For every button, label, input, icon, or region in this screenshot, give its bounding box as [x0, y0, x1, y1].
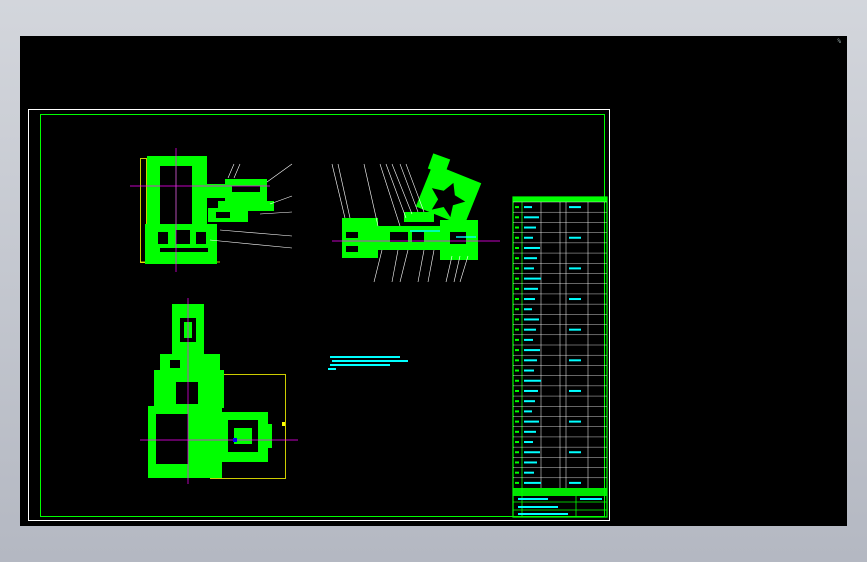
bom-row-number	[515, 441, 519, 444]
bom-row-number	[515, 410, 519, 413]
bom-row-number	[515, 318, 519, 321]
bom-row-number	[515, 359, 519, 362]
bom-row-number	[515, 430, 519, 433]
bom-row-name	[524, 267, 534, 270]
technical-notes	[328, 356, 408, 370]
bom-row-number	[515, 338, 519, 341]
bom-row-number	[515, 451, 519, 454]
bom-row-material	[569, 389, 581, 392]
bom-row-name	[524, 359, 537, 362]
bom-row-name	[524, 298, 535, 301]
title-block	[512, 196, 608, 518]
bom-row-name	[524, 246, 540, 249]
bom-row-name	[524, 349, 540, 352]
bom-row-number	[515, 246, 519, 249]
bom-row-number	[515, 257, 519, 260]
bom-row-number	[515, 389, 519, 392]
bom-row-number	[515, 236, 519, 239]
top-view	[140, 298, 298, 484]
bom-row-number	[515, 379, 519, 382]
bom-row-number	[515, 277, 519, 280]
bom-row-name	[524, 308, 532, 311]
bom-row-number	[515, 471, 519, 474]
bom-row-name	[524, 379, 541, 382]
bom-row-name	[524, 389, 538, 392]
bom-row-name	[524, 206, 532, 209]
bom-row-number	[515, 308, 519, 311]
bom-row-number	[515, 298, 519, 301]
bom-row-name	[524, 461, 537, 464]
bom-row-material	[569, 236, 581, 239]
bom-row-number	[515, 400, 519, 403]
bom-row-name	[524, 420, 539, 423]
bom-row-name	[524, 277, 541, 280]
bom-row-material	[569, 298, 581, 301]
inner-frame	[40, 114, 605, 517]
bom-row-name	[524, 328, 536, 331]
bom-row-name	[524, 430, 536, 433]
side-view	[331, 153, 500, 283]
bom-row-name	[524, 257, 537, 260]
bom-row-number	[515, 461, 519, 464]
bom-row-name	[524, 441, 533, 444]
bom-row-material	[569, 328, 581, 331]
bom-row-name	[524, 287, 538, 290]
bom-row-name	[524, 471, 534, 474]
bom-row-material	[569, 267, 581, 270]
bom-row-number	[515, 369, 519, 372]
cad-viewport[interactable]: %	[20, 36, 847, 526]
bom-row-name	[524, 338, 533, 341]
bom-row-material	[569, 359, 581, 362]
bom-row-name	[524, 318, 539, 321]
bom-row-name	[524, 410, 532, 413]
bom-row-name	[524, 481, 541, 484]
bom-row-name	[524, 216, 539, 219]
bom-row-number	[515, 481, 519, 484]
bom-row-name	[524, 369, 534, 372]
bom-row-material	[569, 206, 581, 209]
bom-row-number	[515, 287, 519, 290]
bom-row-name	[524, 236, 533, 239]
bom-row-name	[524, 226, 536, 229]
bom-row-name	[524, 400, 535, 403]
bom-row-number	[515, 328, 519, 331]
bom-row-material	[569, 451, 581, 454]
bom-row-number	[515, 420, 519, 423]
front-view	[130, 148, 293, 272]
bom-row-material	[569, 420, 581, 423]
bom-row-name	[524, 451, 540, 454]
bom-row-material	[569, 481, 581, 484]
bom-row-number	[515, 226, 519, 229]
bom-row-number	[515, 216, 519, 219]
bom-row-number	[515, 267, 519, 270]
bom-row-number	[515, 349, 519, 352]
drawing-canvas	[28, 109, 610, 521]
bom-row-number	[515, 206, 519, 209]
